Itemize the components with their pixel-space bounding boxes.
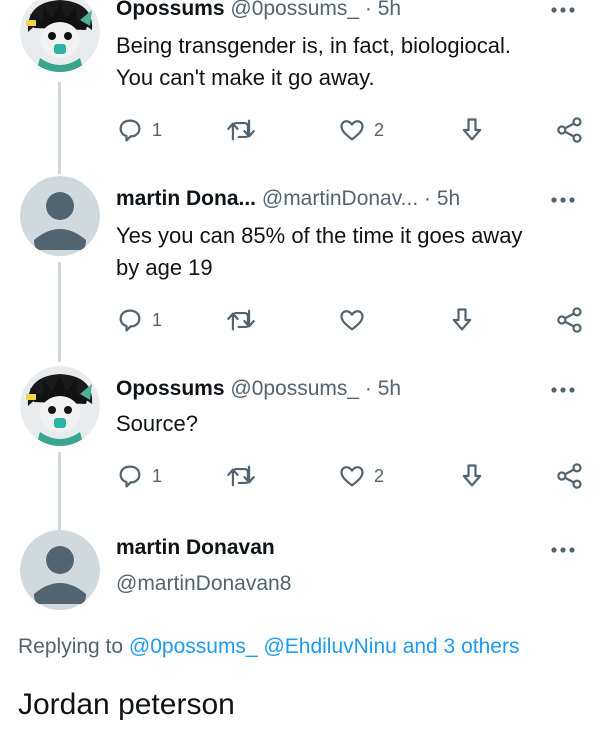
- retweet-button[interactable]: [226, 116, 256, 144]
- more-icon[interactable]: [549, 195, 577, 205]
- avatar[interactable]: [20, 176, 100, 256]
- replying-others-link[interactable]: and 3 others: [403, 635, 520, 658]
- heart-icon: [340, 120, 364, 141]
- reply-icon: [119, 465, 141, 488]
- tweet-text-line: Source?: [116, 411, 198, 436]
- display-name[interactable]: Opossums: [116, 377, 225, 400]
- avatar[interactable]: [20, 366, 100, 446]
- share-icon: [557, 307, 582, 333]
- share-button[interactable]: [556, 462, 584, 490]
- retweet-button[interactable]: [226, 462, 256, 490]
- share-icon: [557, 117, 582, 143]
- replying-prefix: Replying to: [18, 635, 124, 658]
- download-icon: [462, 464, 482, 487]
- reply-icon: [119, 119, 141, 142]
- retweet-icon: [227, 309, 255, 331]
- tweet-header: martin Dona... @martinDonav... · 5h: [116, 187, 460, 211]
- tweet-text: Source?: [116, 408, 576, 440]
- download-button[interactable]: [458, 116, 486, 144]
- tweet-header: Opossums @0possums_ · 5h: [116, 377, 401, 401]
- reply-count: 1: [152, 119, 163, 140]
- retweet-button[interactable]: [226, 306, 256, 334]
- tweet-text-line: Being transgender is, in fact, biologioc…: [116, 33, 512, 58]
- heart-icon: [340, 310, 364, 331]
- thread-line: [58, 262, 61, 362]
- like-button[interactable]: [338, 306, 366, 334]
- handle-and-time[interactable]: @0possums_ · 5h: [230, 377, 401, 400]
- handle-and-time[interactable]: @0possums_ · 5h: [230, 0, 401, 20]
- reply-button[interactable]: 1: [116, 462, 162, 490]
- avatar[interactable]: [20, 530, 100, 610]
- download-button[interactable]: [448, 306, 476, 334]
- main-tweet-text: Jordan peterson: [18, 688, 235, 721]
- reply-button[interactable]: 1: [116, 306, 162, 334]
- like-button[interactable]: 2: [338, 462, 384, 490]
- reply-icon: [119, 309, 141, 332]
- tweet-text-line: You can't make it go away.: [116, 65, 375, 90]
- download-icon: [462, 118, 482, 141]
- tweet-text-line: by age 19: [116, 255, 213, 280]
- replying-to: Replying to @0possums_ @EhdiluvNinu and …: [18, 635, 519, 659]
- tweet-text: Yes you can 85% of the time it goes away…: [116, 220, 576, 284]
- reply-button[interactable]: 1: [116, 116, 162, 144]
- share-button[interactable]: [556, 116, 584, 144]
- share-button[interactable]: [556, 306, 584, 334]
- thread-line: [58, 82, 61, 174]
- heart-icon: [340, 466, 364, 487]
- reply-count: 1: [152, 309, 163, 330]
- replying-mentions[interactable]: @0possums_ @EhdiluvNinu: [129, 635, 397, 658]
- share-icon: [557, 463, 582, 489]
- more-icon[interactable]: [549, 545, 577, 555]
- tweet-actions: 1 2: [116, 462, 586, 492]
- retweet-icon: [227, 119, 255, 141]
- tweet-text: Being transgender is, in fact, biologioc…: [116, 30, 576, 94]
- download-button[interactable]: [458, 462, 486, 490]
- handle[interactable]: @martinDonavan8: [116, 572, 291, 596]
- tweet-actions: 1 2: [116, 116, 586, 146]
- more-icon[interactable]: [549, 385, 577, 395]
- more-icon[interactable]: [549, 5, 577, 15]
- tweet-text-line: Yes you can 85% of the time it goes away: [116, 223, 523, 248]
- handle-and-time[interactable]: @martinDonav... · 5h: [262, 187, 460, 210]
- retweet-icon: [227, 465, 255, 487]
- display-name[interactable]: martin Donavan: [116, 536, 275, 560]
- display-name[interactable]: martin Dona...: [116, 187, 256, 210]
- like-button[interactable]: 2: [338, 116, 384, 144]
- display-name[interactable]: Opossums: [116, 0, 225, 20]
- like-count: 2: [374, 465, 385, 486]
- download-icon: [452, 308, 472, 331]
- reply-count: 1: [152, 465, 163, 486]
- tweet-header: Opossums @0possums_ · 5h: [116, 0, 401, 21]
- thread-line: [58, 452, 61, 532]
- tweet-actions: 1: [116, 306, 586, 336]
- like-count: 2: [374, 119, 385, 140]
- avatar[interactable]: [20, 0, 100, 72]
